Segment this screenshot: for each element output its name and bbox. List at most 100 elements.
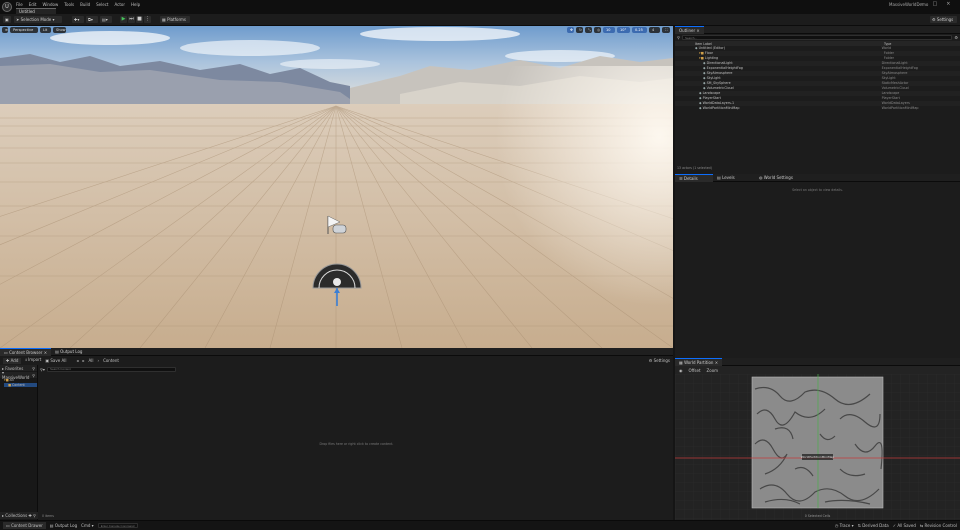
outliner-row-type: SkyAtmosphere	[881, 71, 908, 75]
outliner-settings-icon[interactable]: ⚙	[954, 35, 958, 40]
selection-mode-button[interactable]: ➤ Selection Mode ▾	[14, 16, 62, 23]
outliner-header: Outliner ×	[675, 25, 960, 34]
breadcrumb-separator-icon: ›	[97, 358, 100, 363]
tab-world-settings[interactable]: ◍ World Settings	[755, 174, 815, 182]
show-button[interactable]: Show	[53, 27, 66, 33]
outliner-row[interactable]: ◆ WorldPartitionMiniMap WorldPartitionMin…	[675, 106, 960, 111]
sources-panel: ▸ Favorites ⚲ ▾ MassiveWorld ⚲ ▾■ All ■ …	[0, 365, 38, 520]
perspective-button[interactable]: Perspective	[10, 27, 38, 33]
content-drawer-button[interactable]: ▭ Content Drawer	[3, 522, 46, 529]
menu-help[interactable]: Help	[131, 2, 140, 7]
cmd-button[interactable]: Cmd ▾	[81, 523, 94, 528]
rotation-snap-button[interactable]: 10°	[617, 27, 630, 33]
camera-speed-button[interactable]: 4	[649, 27, 660, 33]
folder-content[interactable]: ■ Content	[4, 382, 37, 387]
cinematics-button[interactable]: ▤▾	[100, 16, 112, 23]
outliner-row-type: StaticMeshActor	[881, 81, 909, 85]
unreal-logo-icon[interactable]: U	[2, 2, 12, 12]
menu-select[interactable]: Select	[96, 2, 108, 7]
outliner-row-type: SkyLight	[881, 76, 896, 80]
content-browser-panel: ▭ Content Browser × ▤ Output Log ✚ Add ⭳…	[0, 347, 673, 520]
platforms-button[interactable]: ▦ Platforms ▾	[160, 16, 190, 29]
column-type[interactable]: Type	[884, 42, 891, 46]
column-item-label[interactable]: Item Label	[695, 42, 884, 46]
outliner-row-type: DirectionalLight	[881, 61, 908, 65]
collections-header[interactable]: ▸ Collections ✚ ⚲	[0, 512, 38, 519]
scale-icon[interactable]: ⤡	[585, 27, 592, 33]
menu-edit[interactable]: Edit	[29, 2, 37, 7]
outliner-search-input[interactable]	[681, 35, 953, 40]
world-partition-map[interactable]: WorldPartitionMiniMap 0 Selected Cells	[675, 374, 960, 520]
breadcrumb-content[interactable]: Content	[103, 358, 119, 363]
save-all-button[interactable]: ▣ Save All	[45, 358, 66, 363]
import-button[interactable]: ⭳ Import	[25, 357, 41, 364]
add-collection-icon[interactable]: ✚ ⚲	[28, 513, 36, 518]
tab-world-partition[interactable]: ▦ World Partition ×	[675, 357, 723, 366]
status-bar: ▭ Content Drawer ▤ Output Log Cmd ▾ ◷ Tr…	[0, 520, 960, 530]
maximize-viewport-icon[interactable]: ⛶	[662, 27, 670, 33]
outliner-row-type: Folder	[883, 56, 895, 60]
world-partition-tabs: ▦ World Partition ×	[675, 357, 960, 366]
settings-button[interactable]: ⚙ Settings ▾	[930, 16, 957, 29]
play-options-icon[interactable]: ⋮	[144, 16, 151, 23]
tab-levels[interactable]: ▤ Levels	[713, 174, 755, 182]
outliner-row-type: VolumetricCloud	[881, 86, 909, 90]
nav-back-icon[interactable]: ◂	[76, 358, 78, 363]
scale-snap-button[interactable]: 0.25	[632, 27, 647, 33]
revision-control-button[interactable]: ⇆ Revision Control	[920, 523, 957, 528]
console-input[interactable]	[97, 523, 138, 528]
translate-icon[interactable]: ✥	[567, 27, 574, 33]
tab-outliner[interactable]: Outliner ×	[675, 25, 704, 34]
wp-zoom-button[interactable]: Zoom	[707, 368, 719, 373]
add-actor-button[interactable]: ✚▾	[72, 16, 84, 23]
project-search-icon[interactable]: ⚲	[32, 373, 35, 378]
viewport-menu-icon[interactable]: ≡	[2, 27, 8, 33]
breadcrumb-all[interactable]: All	[88, 358, 93, 363]
play-icon[interactable]: ▶	[120, 16, 127, 23]
saved-status[interactable]: ✓ All Saved	[893, 523, 916, 528]
lit-button[interactable]: Lit	[40, 27, 51, 33]
window-controls: – □ ×	[921, 1, 950, 7]
world-local-icon[interactable]: ◎	[594, 27, 601, 33]
close-icon[interactable]: ×	[946, 1, 950, 7]
menu-window[interactable]: Window	[42, 2, 58, 7]
outliner-row-type: Landscape	[881, 91, 900, 95]
menu-bar: File Edit Window Tools Build Select Acto…	[16, 1, 140, 7]
outliner-tree: ◆ Untitled (Editor) World ▾■ Floor Folder ▾■…	[675, 46, 960, 111]
world-partition-toolbar: ◉ Offset Zoom	[675, 366, 960, 374]
selected-cells-label: 0 Selected Cells	[805, 514, 831, 518]
rotate-icon[interactable]: ↻	[576, 27, 583, 33]
outliner-actor-count: 13 actors (1 selected)	[677, 166, 712, 170]
favorites-search-icon[interactable]: ⚲	[32, 366, 35, 371]
step-icon[interactable]: ⏭	[128, 16, 135, 23]
content-filter-icon[interactable]: ⚲▾	[40, 367, 45, 372]
output-log-button[interactable]: ▤ Output Log	[50, 523, 77, 528]
cb-settings-button[interactable]: ⚙ Settings	[649, 358, 670, 363]
wp-option-icon[interactable]: ◉	[679, 368, 683, 373]
stop-icon[interactable]: ■	[136, 16, 143, 23]
derived-data-button[interactable]: ⇅ Derived Data	[858, 523, 889, 528]
menu-tools[interactable]: Tools	[64, 2, 74, 7]
content-browser-tabs: ▭ Content Browser × ▤ Output Log	[0, 347, 673, 356]
menu-actor[interactable]: Actor	[114, 2, 125, 7]
minimize-icon[interactable]: –	[921, 1, 924, 7]
details-empty-message: Select an object to view details.	[792, 188, 843, 192]
wp-offset-button[interactable]: Offset	[689, 368, 701, 373]
grid-snap-button[interactable]: 10	[603, 27, 615, 33]
filter-icon[interactable]: ⚲	[677, 35, 680, 40]
tab-content-browser[interactable]: ▭ Content Browser ×	[0, 347, 52, 356]
menu-build[interactable]: Build	[80, 2, 90, 7]
tab-details[interactable]: ☰ Details	[675, 173, 713, 182]
add-button[interactable]: ✚ Add	[3, 357, 22, 364]
nav-forward-icon[interactable]: ▸	[82, 358, 84, 363]
outliner-row-type: Folder	[883, 51, 895, 55]
maximize-icon[interactable]: □	[933, 1, 938, 7]
save-icon[interactable]: ▣	[3, 16, 11, 23]
level-viewport[interactable]: ≡ Perspective Lit Show ✥ ↻ ⤡ ◎ 10 10° 0.…	[0, 26, 673, 348]
tab-output-log[interactable]: ▤ Output Log	[51, 348, 86, 356]
menu-file[interactable]: File	[16, 2, 23, 7]
outliner-row-type: WorldPartitionMiniMap	[881, 106, 919, 110]
blueprint-button[interactable]: ⧉▾	[86, 16, 98, 23]
content-search-input[interactable]	[46, 366, 176, 372]
trace-button[interactable]: ◷ Trace ▾	[835, 523, 854, 528]
